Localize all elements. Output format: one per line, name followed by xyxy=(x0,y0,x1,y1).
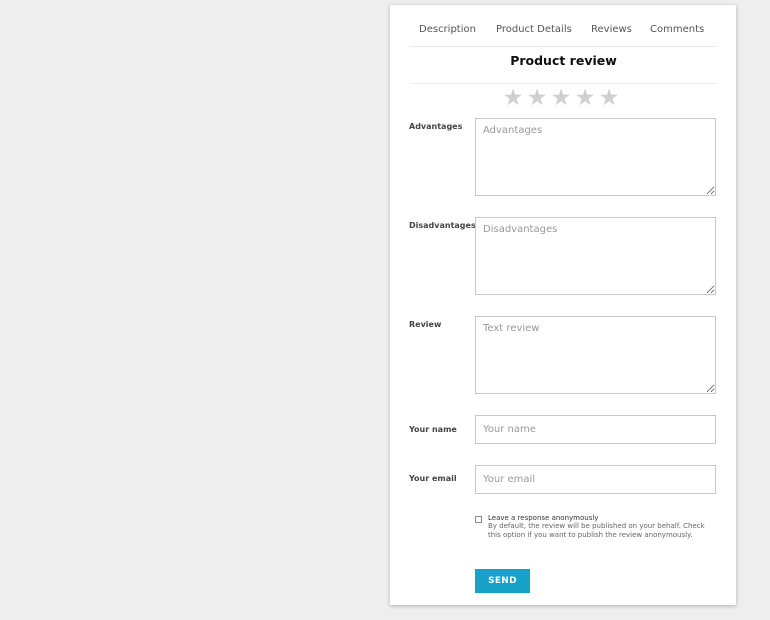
star-icon[interactable]: ★ xyxy=(502,87,524,110)
tab-comments[interactable]: Comments xyxy=(650,24,704,45)
review-label: Review xyxy=(409,320,442,329)
tab-product-details[interactable]: Product Details xyxy=(496,24,572,45)
tab-description[interactable]: Description xyxy=(419,24,476,45)
anonymous-description: By default, the review will be published… xyxy=(488,522,705,539)
advantages-field[interactable] xyxy=(475,118,716,196)
anonymous-checkbox[interactable] xyxy=(475,516,482,523)
tab-bar: Description Product Details Reviews Comm… xyxy=(410,22,717,47)
star-icon[interactable]: ★ xyxy=(598,87,620,110)
star-icon[interactable]: ★ xyxy=(550,87,572,110)
email-label: Your email xyxy=(409,474,457,483)
star-rating[interactable]: ★ ★ ★ ★ ★ xyxy=(502,87,620,111)
name-input[interactable] xyxy=(475,415,716,444)
review-text-field[interactable] xyxy=(475,316,716,394)
disadvantages-label: Disadvantages xyxy=(409,221,476,230)
review-card: Description Product Details Reviews Comm… xyxy=(390,5,736,605)
name-label: Your name xyxy=(409,425,457,434)
anonymous-title: Leave a response anonymously xyxy=(488,514,599,522)
star-icon[interactable]: ★ xyxy=(574,87,596,110)
page-title: Product review xyxy=(410,53,717,84)
star-icon[interactable]: ★ xyxy=(526,87,548,110)
advantages-label: Advantages xyxy=(409,122,463,131)
email-input[interactable] xyxy=(475,465,716,494)
tab-reviews[interactable]: Reviews xyxy=(591,24,632,45)
send-button[interactable]: SEND xyxy=(475,569,530,593)
disadvantages-field[interactable] xyxy=(475,217,716,295)
